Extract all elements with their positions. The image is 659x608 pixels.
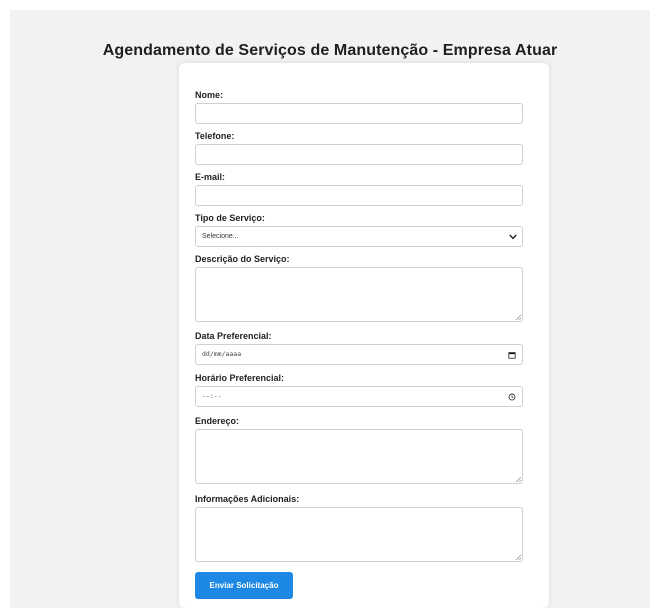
calendar-icon[interactable] xyxy=(508,351,516,359)
field-nome: Nome: xyxy=(195,89,533,124)
clock-icon[interactable] xyxy=(508,393,516,401)
endereco-textarea[interactable] xyxy=(195,429,523,484)
data-input[interactable]: dd/mm/aaaa xyxy=(195,344,523,365)
field-tipo-servico: Tipo de Serviço: Selecione... xyxy=(195,212,533,247)
nome-label: Nome: xyxy=(195,90,224,100)
endereco-label: Endereço: xyxy=(195,416,240,426)
field-telefone: Telefone: xyxy=(195,130,533,165)
email-input[interactable] xyxy=(195,185,523,206)
data-placeholder: dd/mm/aaaa xyxy=(202,350,242,358)
horario-label: Horário Preferencial: xyxy=(195,373,285,383)
tipo-servico-selected: Selecione... xyxy=(202,233,239,240)
field-descricao: Descrição do Serviço: xyxy=(195,253,533,322)
form-card: Nome: Telefone: E-mail: Tipo de Serviço:… xyxy=(179,63,549,608)
telefone-input[interactable] xyxy=(195,144,523,165)
info-textarea[interactable] xyxy=(195,507,523,562)
resize-handle-icon[interactable] xyxy=(515,314,521,320)
tipo-servico-select[interactable]: Selecione... xyxy=(195,226,523,247)
field-horario: Horário Preferencial: --:-- xyxy=(195,372,533,407)
nome-input[interactable] xyxy=(195,103,523,124)
field-data: Data Preferencial: dd/mm/aaaa xyxy=(195,330,533,365)
telefone-label: Telefone: xyxy=(195,131,235,141)
resize-handle-icon[interactable] xyxy=(515,476,521,482)
descricao-textarea[interactable] xyxy=(195,267,523,322)
chevron-down-icon xyxy=(509,234,517,240)
page-background: Agendamento de Serviços de Manutenção - … xyxy=(10,10,650,608)
data-label: Data Preferencial: xyxy=(195,331,272,341)
horario-input[interactable]: --:-- xyxy=(195,386,523,407)
resize-handle-icon[interactable] xyxy=(515,554,521,560)
submit-button[interactable]: Enviar Solicitação xyxy=(195,572,293,599)
field-info: Informações Adicionais: xyxy=(195,493,533,562)
descricao-label: Descrição do Serviço: xyxy=(195,254,290,264)
horario-placeholder: --:-- xyxy=(202,392,222,400)
field-email: E-mail: xyxy=(195,171,533,206)
email-label: E-mail: xyxy=(195,172,226,182)
tipo-servico-label: Tipo de Serviço: xyxy=(195,213,265,223)
page-title: Agendamento de Serviços de Manutenção - … xyxy=(102,42,558,59)
info-label: Informações Adicionais: xyxy=(195,494,300,504)
field-endereco: Endereço: xyxy=(195,415,533,484)
